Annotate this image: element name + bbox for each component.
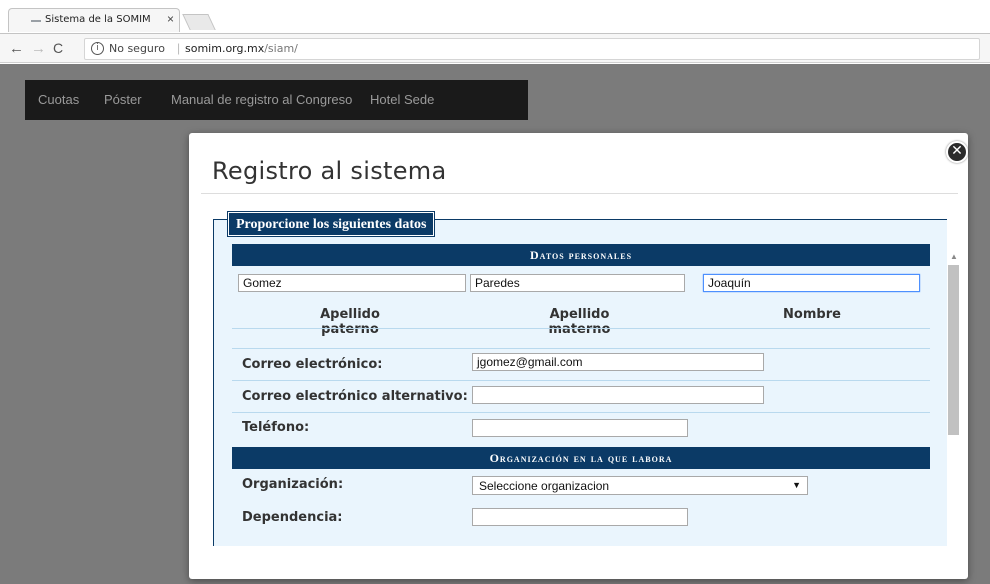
- section-title-personal: Datos personales: [529, 248, 633, 262]
- phone-input[interactable]: [472, 419, 688, 437]
- site-navbar: Cuotas Póster Manual de registro al Cong…: [25, 80, 528, 120]
- url-path: /siam/: [264, 42, 298, 55]
- nav-link-hotel[interactable]: Hotel Sede: [370, 92, 434, 107]
- form-legend: Proporcione los siguientes datos: [228, 212, 435, 236]
- tab-title: Sistema de la SOMIM: [45, 14, 151, 25]
- security-label[interactable]: No seguro: [109, 42, 165, 55]
- address-bar: ← → C i No seguro | somim.org.mx/siam/: [0, 33, 990, 63]
- modal-divider: [201, 193, 958, 194]
- apellido-materno-label: Apellido materno: [548, 307, 611, 337]
- registration-modal: Registro al sistema Proporcione los sigu…: [189, 133, 968, 579]
- department-label: Dependencia:: [242, 510, 343, 525]
- row-divider: [232, 380, 930, 381]
- reload-icon[interactable]: C: [53, 40, 63, 56]
- page-favicon-icon: [31, 20, 41, 22]
- modal-body: Proporcione los siguientes datos Datos p…: [201, 197, 947, 546]
- forward-arrow-icon[interactable]: →: [31, 40, 46, 57]
- organization-select[interactable]: Seleccione organizacion ▼: [472, 476, 808, 495]
- nombre-input[interactable]: Joaquín: [703, 274, 920, 292]
- back-arrow-icon[interactable]: ←: [9, 40, 24, 57]
- info-icon[interactable]: i: [91, 42, 104, 55]
- apellido-paterno-input[interactable]: Gomez: [238, 274, 466, 292]
- organization-selected: Seleccione organizacion: [479, 479, 610, 493]
- email-input[interactable]: jgomez@gmail.com: [472, 353, 764, 371]
- organization-label: Organización:: [242, 477, 344, 492]
- row-divider: [232, 328, 930, 329]
- email-alt-input[interactable]: [472, 386, 764, 404]
- vertical-scrollbar[interactable]: ▲ ▼: [946, 250, 961, 584]
- form-fieldset: [213, 219, 947, 546]
- scroll-up-icon[interactable]: ▲: [950, 252, 958, 261]
- apellido-paterno-label: Apellido paterno: [320, 307, 380, 337]
- modal-title: Registro al sistema: [212, 157, 447, 185]
- vertical-scroll-thumb[interactable]: [948, 265, 959, 435]
- apellido-materno-input[interactable]: Paredes: [470, 274, 685, 292]
- browser-tab[interactable]: Sistema de la SOMIM ×: [8, 8, 180, 32]
- url-domain: somim.org.mx: [185, 42, 265, 55]
- page-overlay: Cuotas Póster Manual de registro al Cong…: [0, 64, 990, 584]
- email-label: Correo electrónico:: [242, 357, 383, 372]
- new-tab-button[interactable]: [182, 14, 216, 30]
- tab-close-icon[interactable]: ×: [167, 12, 174, 26]
- email-alt-label: Correo electrónico alternativo:: [242, 389, 468, 404]
- nav-link-manual[interactable]: Manual de registro al Congreso: [171, 92, 352, 107]
- url-field[interactable]: i No seguro | somim.org.mx/siam/: [84, 38, 980, 60]
- nav-link-cuotas[interactable]: Cuotas: [38, 92, 79, 107]
- nav-link-poster[interactable]: Póster: [104, 92, 142, 107]
- url-separator: |: [177, 41, 181, 55]
- section-header-personal: Datos personales: [232, 244, 930, 266]
- row-divider: [232, 412, 930, 413]
- section-title-organization: Organización en la que labora: [489, 451, 673, 465]
- department-input[interactable]: [472, 508, 688, 526]
- phone-label: Teléfono:: [242, 420, 310, 435]
- nombre-label: Nombre: [783, 307, 841, 322]
- dropdown-arrow-icon: ▼: [792, 480, 801, 490]
- url-text[interactable]: somim.org.mx/siam/: [185, 42, 298, 55]
- row-divider: [232, 348, 930, 349]
- modal-close-icon[interactable]: ✕: [946, 141, 968, 163]
- browser-tab-bar: Sistema de la SOMIM ×: [0, 0, 990, 34]
- section-header-organization: Organización en la que labora: [232, 447, 930, 469]
